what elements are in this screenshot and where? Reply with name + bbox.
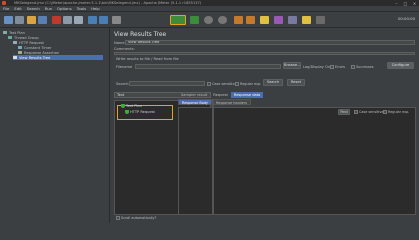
expand-icon[interactable] (88, 16, 97, 24)
search-icon[interactable] (260, 16, 269, 24)
shutdown-icon[interactable] (218, 16, 227, 24)
splitter-handle[interactable] (212, 100, 214, 215)
open-icon[interactable] (27, 16, 36, 24)
case-sensitive-checkbox[interactable]: Case sensitive (207, 82, 236, 86)
result-tabs: Sampler result Request Response data (178, 92, 264, 98)
comments-input[interactable] (114, 52, 415, 55)
jmeter-icon (2, 1, 6, 5)
maximize-button[interactable]: □ (401, 1, 410, 6)
clear-all-icon[interactable] (246, 16, 255, 24)
sampler-icon (13, 40, 17, 45)
reset-search-icon[interactable] (274, 16, 283, 24)
regexp-checkbox[interactable]: Regular exp. (235, 82, 261, 86)
comments-label: Comments: (114, 47, 135, 51)
regexp-checkbox-2[interactable]: Regular exp. (383, 110, 409, 114)
menu-edit[interactable]: Edit (14, 6, 21, 11)
paste-icon[interactable] (74, 16, 83, 24)
close-button[interactable]: × (410, 1, 419, 6)
filename-label: Filename (116, 65, 133, 69)
warning-icon[interactable] (316, 16, 325, 24)
help-icon[interactable] (302, 16, 311, 24)
collapse-icon[interactable] (99, 16, 108, 24)
reset-button[interactable]: Reset (287, 79, 305, 86)
menu-run[interactable]: Run (45, 6, 52, 11)
browse-button[interactable]: Browse... (283, 62, 301, 69)
test-plan-icon (3, 30, 7, 35)
name-input[interactable]: View Results Tree (125, 40, 415, 45)
test-plan-tree: Test Plan Thread Group HTTP Request Cons… (0, 28, 110, 223)
new-icon[interactable] (4, 16, 13, 24)
stop-icon[interactable] (204, 16, 213, 24)
elapsed-timer: 00:00:00 (397, 16, 415, 21)
listener-icon (13, 55, 17, 60)
filename-input[interactable] (135, 64, 281, 69)
save-icon[interactable] (38, 16, 47, 24)
function-helper-icon[interactable] (288, 16, 297, 24)
menu-help[interactable]: Help (91, 6, 100, 11)
window-title: MKSelegend.jmx (C:\jMeter\apache-jmeter-… (14, 1, 202, 5)
success-icon (125, 110, 129, 114)
menu-file[interactable]: File (3, 6, 9, 11)
view-results-tree-panel: View Results Tree Name: View Results Tre… (111, 28, 419, 223)
cut-icon[interactable] (52, 16, 61, 24)
tab-response-body[interactable]: Response Body (178, 99, 212, 105)
file-section-label: Write results to file / Read from file (116, 57, 179, 61)
scroll-auto-checkbox[interactable]: Scroll automatically? (116, 216, 156, 220)
search-input[interactable] (129, 81, 205, 86)
success-icon (121, 104, 125, 108)
result-test-plan[interactable]: Test Plan (121, 104, 142, 108)
tab-response-data[interactable]: Response data (230, 92, 264, 98)
menu-search[interactable]: Search (27, 6, 40, 11)
case-sensitive-checkbox-2[interactable]: Case sensitive (354, 110, 383, 114)
toggle-icon[interactable] (112, 16, 121, 24)
start-no-pauses-icon[interactable] (190, 16, 199, 24)
templates-icon[interactable] (15, 16, 24, 24)
menu-options[interactable]: Options (57, 6, 72, 11)
copy-icon[interactable] (63, 16, 72, 24)
start-icon[interactable] (170, 15, 186, 25)
assertion-icon (18, 50, 22, 55)
minimize-button[interactable]: – (392, 1, 401, 6)
errors-checkbox[interactable]: Errors (330, 65, 345, 69)
response-subtabs: Response Body Response headers (178, 99, 251, 105)
thread-group-icon (8, 35, 12, 40)
clear-icon[interactable] (234, 16, 243, 24)
tab-request[interactable]: Request (210, 92, 231, 98)
menu-tools[interactable]: Tools (77, 6, 86, 11)
toolbar: 00:00:00 (0, 12, 419, 28)
search-button[interactable]: Search (263, 79, 283, 86)
find-button[interactable]: Find (338, 109, 350, 115)
successes-checkbox[interactable]: Successes (351, 65, 374, 69)
search-label: Search: (116, 82, 130, 86)
timer-icon (18, 45, 22, 50)
panel-title: View Results Tree (114, 31, 167, 38)
tab-response-headers[interactable]: Response headers (211, 99, 251, 105)
tab-sampler-result[interactable]: Sampler result (178, 92, 210, 98)
result-http-request[interactable]: HTTP Request (125, 110, 155, 114)
tree-item-view-results-tree[interactable]: View Results Tree (13, 55, 103, 60)
configure-button[interactable]: Configure (387, 62, 414, 69)
